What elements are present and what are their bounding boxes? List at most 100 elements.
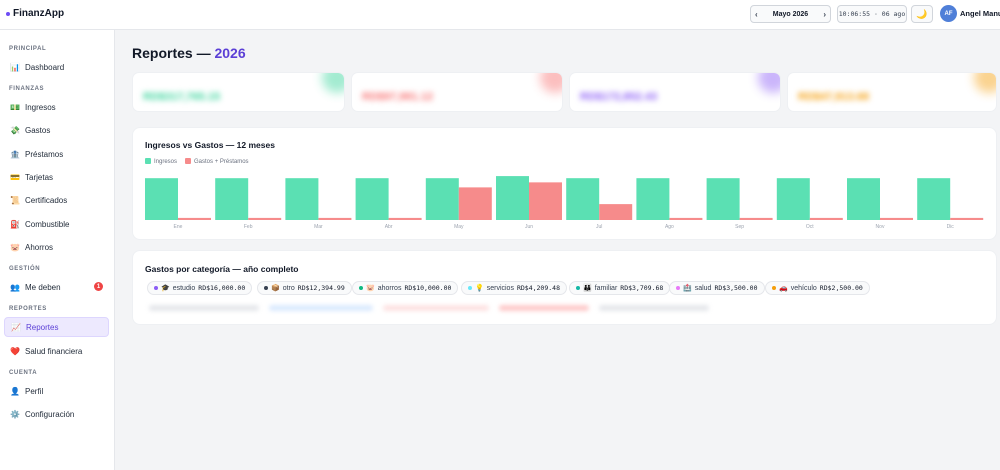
bar-ingresos-nov[interactable] [847,178,880,220]
category-chip-5[interactable]: 🏥 salud RD$3,500.00 [669,281,765,295]
bar-gastos-may[interactable] [458,187,492,220]
prev-month-button[interactable]: ‹ [755,10,758,19]
sidebar-item-salud-financiera[interactable]: ❤️ Salud financiera [4,341,109,361]
bar-ingresos-mar[interactable] [285,178,319,220]
bar-ingresos-abr[interactable] [355,178,389,220]
chart-icon: 📊 [10,62,20,72]
piggy-bank-icon: 🐷 [10,242,20,252]
bar-ingresos-jun[interactable] [496,176,529,220]
category-label: familiar [594,284,618,292]
stat-value: RD$172,852.43 [580,91,658,103]
sidebar-item-me-deben[interactable]: 👥 Me deben 1 [4,277,109,297]
chart-title: Ingresos vs Gastos — 12 meses [145,140,275,150]
scroll-icon: 📜 [10,195,20,205]
sidebar-item-tarjetas[interactable]: 💳 Tarjetas [4,167,109,187]
bar-ingresos-jul[interactable] [566,178,600,220]
sidebar-item-ahorros[interactable]: 🐷 Ahorros [4,237,109,257]
bar-ingresos-oct[interactable] [776,178,810,220]
sidebar-item-label: Tarjetas [25,172,54,182]
blurred-placeholder [599,305,709,311]
legend-label: Gastos + Préstamos [194,159,249,165]
legend-label: Ingresos [154,159,178,165]
x-tick-label: Jul [596,224,602,230]
bar-gastos-feb[interactable] [248,217,282,220]
stat-glow [322,73,344,93]
sidebar-item-label: Gastos [25,125,51,135]
sidebar-item-perfil[interactable]: 👤 Perfil [4,381,109,401]
clock-display: 10:06:55 · 06 ago [837,5,907,23]
category-amount: RD$2,500.00 [819,284,863,292]
category-chip-6[interactable]: 🚗 vehículo RD$2,500.00 [765,281,870,295]
chart-legend: Ingresos Gastos + Préstamos [145,158,249,165]
blurred-placeholder [269,305,373,311]
bar-ingresos-ene[interactable] [145,178,178,220]
sidebar-item-configuracion[interactable]: ⚙️ Configuración [4,404,109,424]
sidebar-item-prestamos[interactable]: 🏦 Préstamos [4,144,109,164]
categories-title: Gastos por categoría — año completo [145,264,299,274]
category-dot [676,286,680,290]
bar-gastos-sep[interactable] [739,217,773,220]
category-dot [359,286,363,290]
bar-gastos-ene[interactable] [178,217,211,220]
bar-gastos-oct[interactable] [809,217,843,220]
x-tick-label: Mar [314,224,323,230]
page-title-text: Reportes — [132,45,215,61]
user-icon: 👤 [10,386,20,396]
bar-gastos-jun[interactable] [529,182,562,220]
bar-ingresos-ago[interactable] [636,178,670,220]
sidebar-item-combustible[interactable]: ⛽ Combustible [4,214,109,234]
category-chip-4[interactable]: 👪 familiar RD$3,709.68 [569,281,671,295]
category-chip-1[interactable]: 📦 otro RD$12,394.99 [257,281,352,295]
bar-ingresos-feb[interactable] [215,178,249,220]
bar-ingresos-may[interactable] [425,178,459,220]
sidebar: PRINCIPAL 📊 Dashboard FINANZAS 💵 Ingreso… [0,30,115,470]
category-chip-2[interactable]: 🐷 ahorros RD$10,000.00 [352,281,459,295]
sidebar-item-ingresos[interactable]: 💵 Ingresos [4,97,109,117]
bar-gastos-ago[interactable] [669,217,703,220]
legend-swatch [185,158,192,164]
app-name: FinanzApp [13,8,65,19]
chart-card: Ingresos vs Gastos — 12 meses Ingresos G… [132,127,997,240]
heart-icon: ❤️ [10,346,20,356]
category-chip-3[interactable]: 💡 servicios RD$4,209.48 [461,281,567,295]
sidebar-item-label: Perfil [25,386,44,396]
category-label: vehículo [790,284,817,292]
bar-ingresos-sep[interactable] [706,178,740,220]
bar-gastos-nov[interactable] [880,217,913,220]
bar-chart: Ene Feb Mar Abr May Jun Jul Ago Sep Oct Nov Dic [145,176,984,230]
x-tick-label: May [454,224,464,230]
next-month-button[interactable]: › [823,10,826,19]
category-label: ahorros [377,284,402,292]
theme-toggle-button[interactable]: 🌙 [911,5,933,23]
bar-ingresos-dic[interactable] [917,178,951,220]
bar-gastos-mar[interactable] [318,217,352,220]
stat-glow [974,73,996,93]
sidebar-item-reportes[interactable]: 📈 Reportes [4,317,109,337]
category-dot [772,286,776,290]
legend-gastos: Gastos + Préstamos [185,158,249,165]
money-wings-icon: 💸 [10,125,20,135]
category-dot [468,286,472,290]
gear-icon: ⚙️ [10,409,20,419]
sidebar-item-label: Me deben [25,282,61,292]
user-name[interactable]: Angel Manuel [960,9,1000,18]
sidebar-item-certificados[interactable]: 📜 Certificados [4,190,109,210]
avatar[interactable]: AF [940,5,957,22]
category-icon: 💡 [475,285,484,292]
category-amount: RD$4,209.48 [516,284,560,292]
category-amount: RD$10,000.00 [404,284,452,292]
month-selector: ‹ Mayo 2026 › [750,5,831,23]
section-gestion: GESTIÓN [9,266,41,272]
app-logo[interactable]: FinanzApp [6,8,64,19]
blurred-placeholder [383,305,489,311]
stat-glow [758,73,780,93]
sidebar-item-label: Reportes [26,322,59,332]
category-dot [264,286,268,290]
bar-gastos-abr[interactable] [388,217,422,220]
bar-gastos-dic[interactable] [950,217,984,220]
bar-gastos-jul[interactable] [599,204,633,220]
x-tick-label: Feb [244,224,253,230]
category-chip-0[interactable]: 🎓 estudio RD$16,000.00 [147,281,253,295]
sidebar-item-dashboard[interactable]: 📊 Dashboard [4,57,109,77]
sidebar-item-gastos[interactable]: 💸 Gastos [4,120,109,140]
